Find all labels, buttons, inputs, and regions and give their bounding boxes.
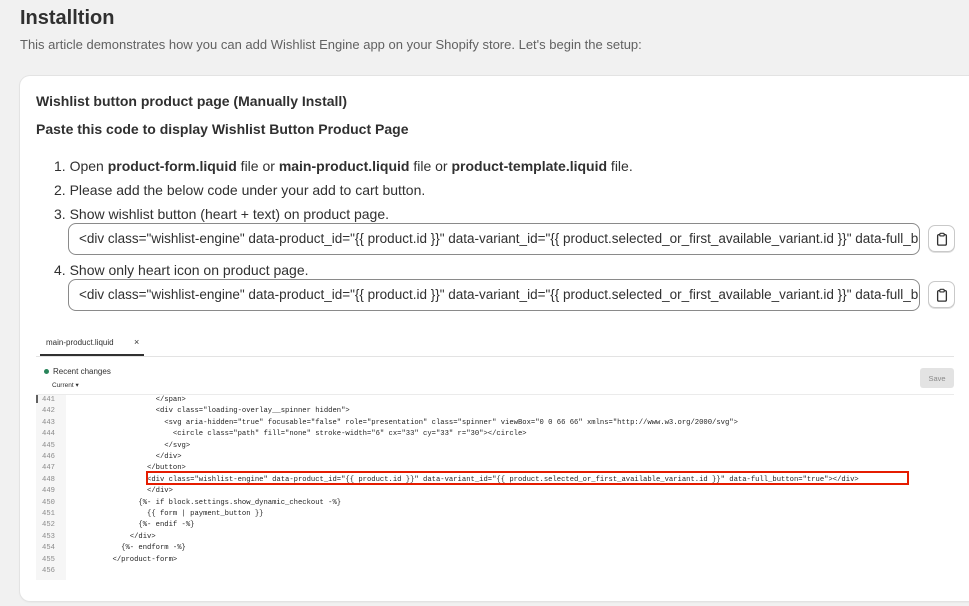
copy-button-heart[interactable] <box>928 281 955 308</box>
step-2: 2. Please add the below code under your … <box>54 182 426 198</box>
editor-screenshot: main-product.liquid × Recent changes Cur… <box>36 326 954 580</box>
clipboard-icon <box>936 232 947 246</box>
clipboard-icon <box>936 288 947 302</box>
divider <box>36 356 954 357</box>
line-number: 456 <box>42 567 55 575</box>
line-code: {%- endform -%} <box>78 544 186 553</box>
save-button: Save <box>920 368 954 388</box>
line-code: <div class="loading-overlay__spinner hid… <box>78 407 350 416</box>
line-code: <svg aria-hidden="true" focusable="false… <box>78 418 738 427</box>
code-line: 456 <box>36 566 954 577</box>
page-description: This article demonstrates how you can ad… <box>20 37 642 52</box>
line-code: </div> <box>78 453 182 461</box>
code-field-full-button[interactable]: <div class="wishlist-engine" data-produc… <box>68 223 920 255</box>
code-line: 442 <div class="loading-overlay__spinner… <box>36 406 954 417</box>
page-title: Installtion <box>20 7 115 29</box>
line-number: 446 <box>42 453 55 461</box>
code-line: 445 </svg> <box>36 441 954 452</box>
step-3: 3. Show wishlist button (heart + text) o… <box>54 206 390 222</box>
line-number: 444 <box>42 430 55 439</box>
code-line: 453 </div> <box>36 532 954 543</box>
step-1: 1. Open product-form.liquid file or main… <box>54 158 633 174</box>
install-card: Wishlist button product page (Manually I… <box>20 76 969 601</box>
line-code: {%- if block.settings.show_dynamic_check… <box>78 498 342 507</box>
code-line: 452 {%- endif -%} <box>36 520 954 531</box>
code-line: 441 </span> <box>36 395 954 406</box>
line-code: <circle class="path" fill="none" stroke-… <box>78 430 527 439</box>
line-number: 447 <box>42 464 55 473</box>
line-code: {%- endif -%} <box>78 521 195 530</box>
line-number: 455 <box>42 555 55 564</box>
recent-changes: Recent changes <box>44 367 111 376</box>
code-field-heart-only[interactable]: <div class="wishlist-engine" data-produc… <box>68 279 920 311</box>
editor-tab: main-product.liquid <box>46 338 114 347</box>
line-code: </div> <box>78 532 156 541</box>
line-number: 443 <box>42 418 55 427</box>
line-number: 445 <box>42 441 55 450</box>
line-number: 452 <box>42 521 55 530</box>
line-number: 442 <box>42 407 55 416</box>
line-code: </product-form> <box>78 555 178 564</box>
copy-button-full[interactable] <box>928 225 955 252</box>
code-editor: 441 </span> 442 <div class="loading-overl… <box>36 394 954 580</box>
code-line: 450 {%- if block.settings.show_dynamic_c… <box>36 498 954 509</box>
code-line: 444 <circle class="path" fill="none" str… <box>36 429 954 440</box>
line-number: 453 <box>42 532 55 541</box>
line-number: 441 <box>42 396 55 404</box>
line-number: 449 <box>42 487 55 496</box>
line-number: 451 <box>42 510 55 518</box>
step-4: 4. Show only heart icon on product page. <box>54 262 309 278</box>
code-row-full-button: <div class="wishlist-engine" data-produc… <box>68 223 955 255</box>
line-code: </div> <box>78 487 173 496</box>
card-title: Wishlist button product page (Manually I… <box>36 93 347 109</box>
card-subtitle: Paste this code to display Wishlist Butt… <box>36 121 409 137</box>
line-code: {{ form | payment_button }} <box>78 510 264 518</box>
code-line: 449 </div> <box>36 486 954 497</box>
line-number: 450 <box>42 498 55 507</box>
highlight-box <box>146 471 909 485</box>
line-code: </span> <box>78 396 186 404</box>
code-line: 443 <svg aria-hidden="true" focusable="f… <box>36 418 954 429</box>
code-line: 446 </div> <box>36 452 954 463</box>
line-code: </svg> <box>78 441 191 450</box>
version-select: Current ▾ <box>52 382 79 389</box>
code-line: 455 </product-form> <box>36 555 954 566</box>
code-row-heart-only: <div class="wishlist-engine" data-produc… <box>68 279 955 311</box>
close-icon: × <box>134 337 140 347</box>
status-dot-icon <box>44 369 49 375</box>
code-line: 454 {%- endform -%} <box>36 543 954 554</box>
line-number: 448 <box>42 475 55 484</box>
code-line: 451 {{ form | payment_button }} <box>36 509 954 520</box>
line-number: 454 <box>42 544 55 553</box>
